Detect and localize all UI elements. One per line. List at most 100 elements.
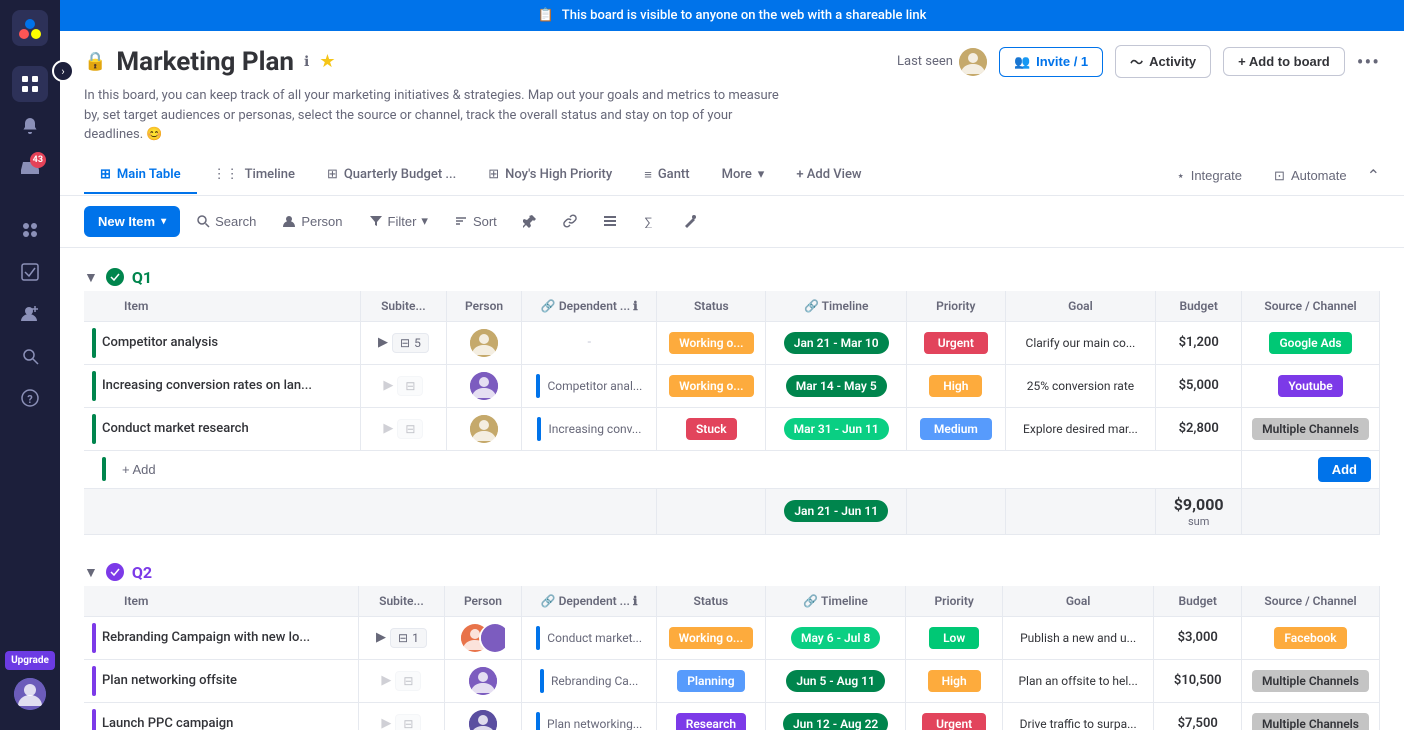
subtask-badge[interactable]: ⊟	[395, 714, 421, 730]
person-add-nav-icon[interactable]	[12, 296, 48, 332]
integrate-button[interactable]: ⋆ Integrate	[1165, 162, 1254, 190]
item-name-text[interactable]: Launch PPC campaign	[102, 716, 233, 730]
add-to-board-button[interactable]: + Add to board	[1223, 47, 1345, 76]
sort-button[interactable]: Sort	[444, 208, 507, 235]
row-q1-3-channel-cell[interactable]: Multiple Channels	[1242, 407, 1380, 450]
row-q2-1-priority-cell[interactable]: Low	[906, 616, 1002, 659]
expand-sub-icon[interactable]: ▶	[383, 378, 393, 393]
item-name-text[interactable]: Conduct market research	[102, 421, 249, 436]
apps-nav-icon[interactable]	[12, 212, 48, 248]
row-q2-2-timeline-cell[interactable]: Jun 5 - Aug 11	[765, 659, 906, 702]
expand-sub-icon[interactable]: ▶	[378, 335, 388, 350]
row-edit-btn[interactable]: ⊟	[334, 375, 350, 396]
timeline-badge[interactable]: Mar 14 - May 5	[786, 375, 887, 397]
person-filter-button[interactable]: Person	[272, 208, 352, 235]
channel-badge[interactable]: Multiple Channels	[1252, 713, 1369, 730]
row-edit-btn[interactable]: ⊟	[271, 418, 287, 439]
row-edit-btn[interactable]: ⊟	[256, 713, 272, 730]
expand-sub-icon[interactable]: ▶	[383, 421, 393, 436]
invite-button[interactable]: 👥 Invite / 1	[999, 47, 1103, 77]
row-q1-3-priority-cell[interactable]: Medium	[907, 407, 1005, 450]
status-badge[interactable]: Planning	[677, 670, 744, 692]
timeline-badge[interactable]: Jun 5 - Aug 11	[786, 670, 884, 692]
row-q1-1-priority-cell[interactable]: Urgent	[907, 321, 1005, 364]
row-q1-1-status-cell[interactable]: Working o...	[657, 321, 766, 364]
pin-button[interactable]	[513, 208, 547, 234]
person-avatar[interactable]	[470, 329, 498, 357]
status-badge[interactable]: Research	[676, 713, 746, 730]
upgrade-button[interactable]: Upgrade	[5, 651, 55, 670]
row-q2-1-status-cell[interactable]: Working o...	[656, 616, 765, 659]
status-badge[interactable]: Working o...	[669, 332, 753, 354]
priority-badge[interactable]: Low	[929, 627, 979, 649]
row-q2-2-status-cell[interactable]: Planning	[656, 659, 765, 702]
row-q2-1-timeline-cell[interactable]: May 6 - Jul 8	[765, 616, 906, 659]
star-icon[interactable]: ★	[319, 51, 335, 72]
subtask-badge[interactable]: ⊟ 1	[390, 628, 427, 648]
check-nav-icon[interactable]	[12, 254, 48, 290]
subtask-badge[interactable]: ⊟	[395, 671, 421, 691]
row-q2-2-channel-cell[interactable]: Multiple Channels	[1242, 659, 1380, 702]
row-height-button[interactable]	[593, 208, 627, 234]
automate-button[interactable]: ⊡ Automate	[1262, 162, 1359, 190]
status-badge[interactable]: Working o...	[669, 375, 753, 397]
channel-badge[interactable]: Facebook	[1274, 627, 1346, 649]
status-badge[interactable]: Stuck	[686, 418, 737, 440]
item-name-text[interactable]: Rebranding Campaign with new lo...	[102, 630, 310, 645]
row-q2-3-priority-cell[interactable]: Urgent	[906, 702, 1002, 730]
row-edit-btn[interactable]: ⊟	[332, 627, 348, 648]
expand-sub-icon[interactable]: ▶	[381, 716, 391, 730]
new-item-button[interactable]: New Item ▾	[84, 206, 180, 237]
timeline-badge[interactable]: May 6 - Jul 8	[791, 627, 880, 649]
timeline-badge[interactable]: Mar 31 - Jun 11	[784, 418, 889, 440]
paint-button[interactable]	[673, 208, 707, 234]
logo-icon[interactable]	[12, 10, 48, 46]
collapse-button[interactable]: ⌃	[1367, 166, 1380, 185]
person-avatar[interactable]	[469, 710, 497, 730]
row-q1-3-status-cell[interactable]: Stuck	[657, 407, 766, 450]
row-q1-2-status-cell[interactable]: Working o...	[657, 364, 766, 407]
tab-noys-high-priority[interactable]: ⊞ Noy's High Priority	[472, 157, 628, 194]
link-button[interactable]	[553, 208, 587, 234]
row-q2-3-status-cell[interactable]: Research	[656, 702, 765, 730]
formula-button[interactable]: ∑	[633, 208, 667, 234]
grid-nav-icon[interactable]	[12, 66, 48, 102]
priority-badge[interactable]: Urgent	[922, 713, 986, 730]
tab-main-table[interactable]: ⊞ Main Table	[84, 157, 197, 194]
person-avatar[interactable]	[470, 415, 498, 443]
timeline-badge[interactable]: Jan 21 - Mar 10	[784, 332, 889, 354]
row-q1-2-timeline-cell[interactable]: Mar 14 - May 5	[766, 364, 907, 407]
bell-nav-icon[interactable]	[12, 108, 48, 144]
tab-more[interactable]: More ▾	[706, 157, 781, 194]
add-subitem-btn[interactable]: +	[243, 670, 255, 691]
group-q1-title[interactable]: Q1	[132, 268, 152, 287]
add-item-q1-button[interactable]: + Add	[114, 458, 164, 481]
add-subitem-btn[interactable]: +	[224, 332, 236, 353]
channel-badge[interactable]: Youtube	[1278, 375, 1342, 397]
item-name-text[interactable]: Plan networking offsite	[102, 673, 237, 688]
item-name-text[interactable]: Competitor analysis	[102, 335, 218, 350]
row-q1-2-channel-cell[interactable]: Youtube	[1242, 364, 1380, 407]
add-subitem-btn[interactable]: +	[316, 627, 328, 648]
sidebar-collapse-btn[interactable]: ›	[52, 60, 74, 82]
row-q2-3-timeline-cell[interactable]: Jun 12 - Aug 22	[765, 702, 906, 730]
filter-button[interactable]: Filter ▾	[359, 207, 438, 235]
row-q1-3-timeline-cell[interactable]: Mar 31 - Jun 11	[766, 407, 907, 450]
add-action-q1-button[interactable]: Add	[1318, 457, 1371, 482]
inbox-nav-icon[interactable]: 43	[12, 150, 48, 186]
row-q1-2-priority-cell[interactable]: High	[907, 364, 1005, 407]
more-options-button[interactable]: •••	[1357, 50, 1380, 74]
row-q2-2-priority-cell[interactable]: High	[906, 659, 1002, 702]
add-subitem-btn[interactable]: +	[255, 418, 267, 439]
channel-badge[interactable]: Google Ads	[1269, 332, 1351, 354]
user-avatar[interactable]	[14, 678, 46, 710]
timeline-badge[interactable]: Jun 12 - Aug 22	[783, 713, 888, 730]
search-button[interactable]: Search	[186, 208, 266, 235]
row-edit-btn[interactable]: ⊟	[259, 670, 275, 691]
search-nav-icon[interactable]	[12, 338, 48, 374]
priority-badge[interactable]: High	[928, 670, 981, 692]
person-avatar[interactable]	[469, 667, 497, 695]
tab-timeline[interactable]: ⋮⋮ Timeline	[197, 157, 311, 194]
row-edit-btn[interactable]: ⊟	[240, 332, 256, 353]
group-q1-collapse-icon[interactable]: ▼	[84, 269, 98, 286]
